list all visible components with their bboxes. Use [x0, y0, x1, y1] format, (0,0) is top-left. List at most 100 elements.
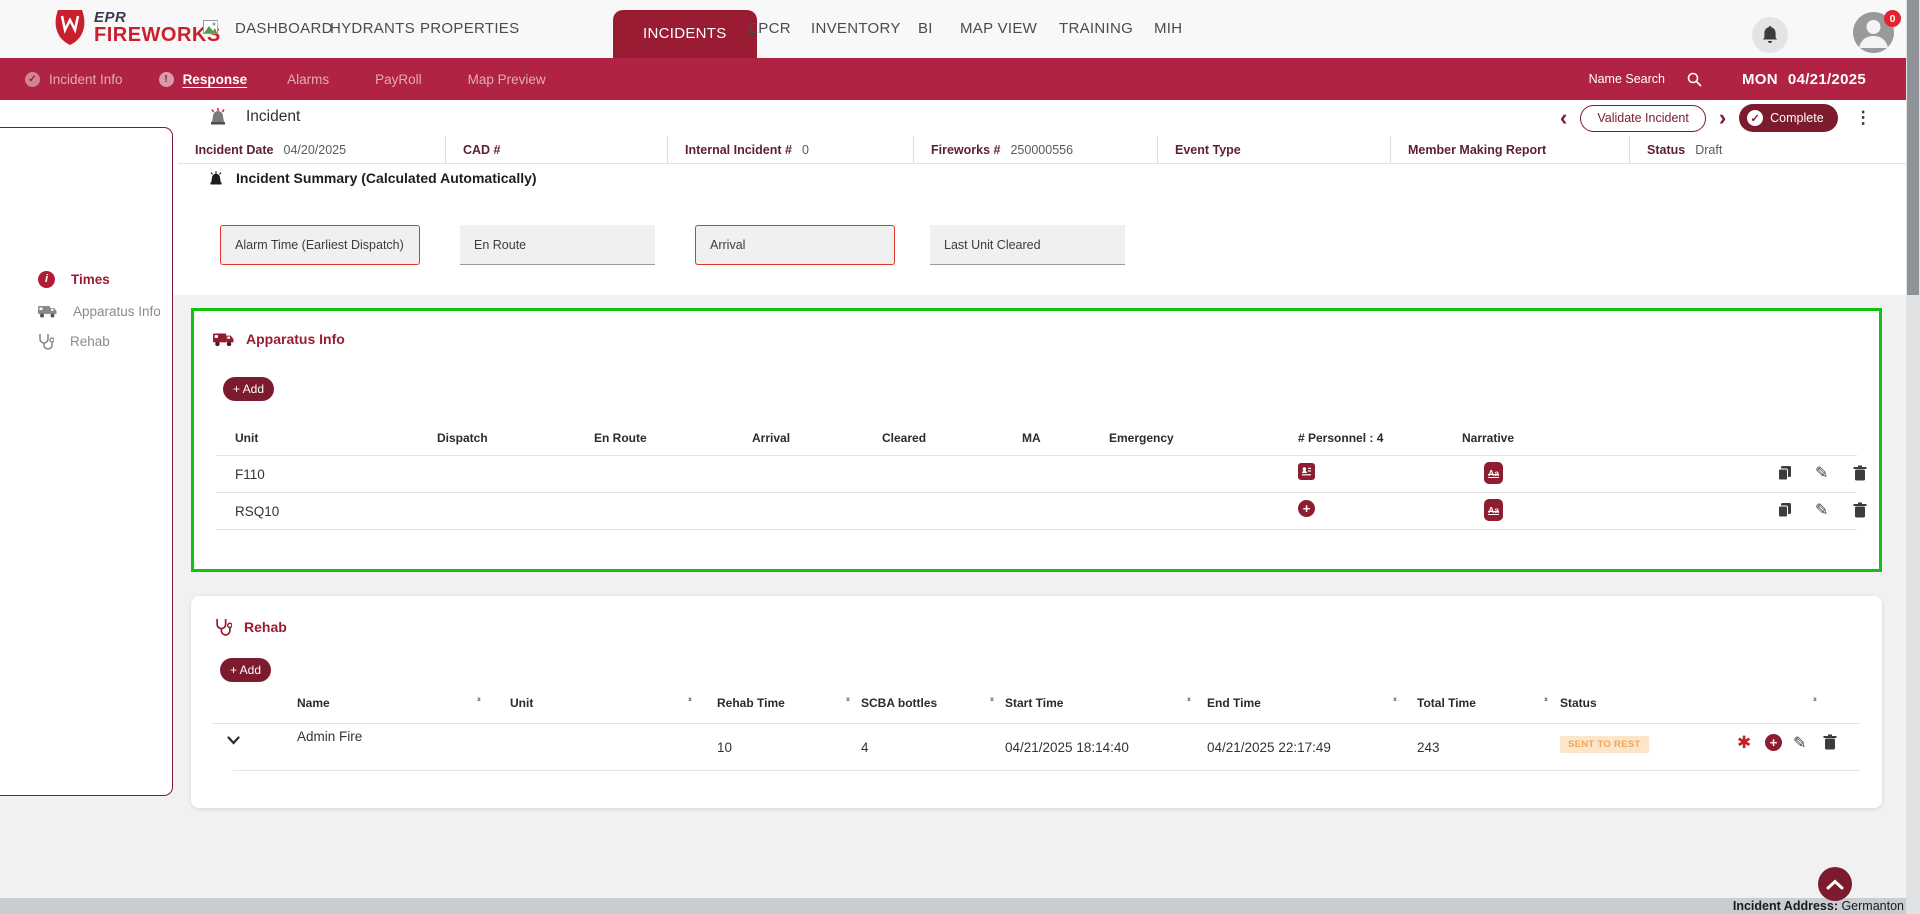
section-sidebar: i Times Apparatus Info Rehab [0, 127, 173, 796]
apparatus-add-button[interactable]: + Add [223, 377, 274, 401]
more-options-kebab-icon[interactable]: ⋮ [1851, 108, 1876, 128]
check-icon: ✓ [1747, 110, 1763, 126]
copy-row-icon[interactable] [1777, 465, 1793, 486]
subnav-incident-info[interactable]: ✓ Incident Info [25, 72, 123, 87]
medical-asterisk-icon[interactable]: ✱ [1737, 734, 1751, 751]
siren-icon [208, 108, 228, 126]
unit-value: RSQ10 [235, 504, 279, 519]
add-personnel-icon[interactable]: + [1298, 500, 1315, 517]
previous-incident-chevron[interactable]: ‹ [1560, 105, 1567, 131]
add-rehab-entry-icon[interactable]: + [1765, 734, 1782, 751]
alarm-time-field[interactable]: Alarm Time (Earliest Dispatch) [220, 225, 420, 265]
fire-truck-icon [38, 304, 57, 318]
summary-section-title: Incident Summary (Calculated Automatical… [236, 170, 537, 186]
sidebar-item-rehab[interactable]: Rehab [0, 328, 172, 354]
name-search-link[interactable]: Name Search [1589, 72, 1665, 86]
logo-fireworks-text: FIREWORKS [94, 25, 221, 45]
subnav-response-label: Response [183, 72, 248, 87]
apparatus-row-f110: F110 4 Aa ✎ [194, 461, 1879, 491]
apparatus-info-section: Apparatus Info + Add Unit Dispatch En Ro… [191, 308, 1882, 572]
page-scrollbar[interactable] [1906, 0, 1920, 914]
current-date: MON 04/21/2025 [1742, 71, 1866, 88]
delete-row-icon[interactable] [1853, 465, 1867, 486]
footer-status-bar: Incident Address: Germanton [0, 898, 1920, 914]
nav-map-view[interactable]: MAP VIEW [960, 0, 1037, 58]
scba-bottles-value: 4 [861, 740, 869, 755]
chevron-up-icon [1826, 879, 1844, 890]
end-time-value: 04/21/2025 22:17:49 [1207, 740, 1331, 755]
sidebar-item-times[interactable]: i Times [0, 266, 172, 292]
rehab-section-title: Rehab [244, 619, 287, 635]
sidebar-item-apparatus-info[interactable]: Apparatus Info [0, 298, 172, 324]
status-badge: SENT TO REST [1560, 736, 1649, 753]
stethoscope-icon [215, 618, 232, 636]
nav-incidents-active-tab[interactable]: INCIDENTS [613, 10, 757, 58]
nav-training[interactable]: TRAINING [1059, 0, 1133, 58]
last-unit-cleared-field[interactable]: Last Unit Cleared [930, 225, 1125, 265]
field-fireworks-number: Fireworks # 250000556 [913, 136, 1157, 163]
search-icon[interactable] [1687, 72, 1702, 87]
en-route-field[interactable]: En Route [460, 225, 655, 265]
rehab-name: Admin Fire [297, 729, 362, 744]
rehab-section: Rehab + Add Name Unit Rehab Time SCBA bo… [191, 596, 1882, 808]
subnav-payroll[interactable]: PayRoll [375, 72, 422, 87]
arrival-field[interactable]: Arrival [695, 225, 895, 265]
siren-icon [208, 171, 224, 186]
field-incident-date: Incident Date 04/20/2025 [195, 136, 445, 163]
info-icon: i [38, 271, 55, 288]
sidebar-times-label: Times [71, 272, 110, 287]
subnav-incident-info-label: Incident Info [49, 72, 123, 87]
nav-dashboard[interactable]: DASHBOARD [235, 0, 333, 58]
fire-truck-icon [213, 331, 234, 347]
incident-address-label: Incident Address: [1733, 899, 1838, 913]
narrative-icon-button[interactable]: Aa [1484, 462, 1503, 484]
complete-button[interactable]: ✓ Complete [1739, 104, 1838, 132]
nav-hydrants[interactable]: HYDRANTS [330, 0, 415, 58]
edit-row-icon[interactable]: ✎ [1793, 733, 1806, 753]
validate-incident-button[interactable]: Validate Incident [1580, 105, 1706, 132]
copy-row-icon[interactable] [1777, 502, 1793, 523]
nav-properties[interactable]: PROPERTIES [420, 0, 519, 58]
exclamation-circle-icon: ! [159, 72, 174, 87]
subnav-response[interactable]: ! Response [159, 72, 248, 87]
nav-mih[interactable]: MIH [1154, 0, 1182, 58]
narrative-icon-button[interactable]: Aa [1484, 499, 1503, 521]
sidebar-apparatus-label: Apparatus Info [73, 304, 161, 319]
incident-address-value: Germanton [1838, 899, 1904, 913]
delete-row-icon[interactable] [1823, 734, 1837, 755]
scrollbar-thumb[interactable] [1907, 0, 1919, 295]
scroll-to-top-button[interactable] [1818, 867, 1852, 901]
expand-row-chevron-icon[interactable] [227, 732, 240, 750]
sidebar-rehab-label: Rehab [70, 334, 110, 349]
notifications-button[interactable] [1752, 17, 1788, 53]
subnav-map-preview[interactable]: Map Preview [468, 72, 546, 87]
field-internal-incident-number: Internal Incident # 0 [667, 136, 913, 163]
incident-header-section: Incident ‹ Validate Incident › ✓ Complet… [0, 100, 1906, 295]
field-status: Status Draft [1629, 136, 1895, 163]
apparatus-table-header: Unit Dispatch En Route Arrival Cleared M… [194, 431, 1879, 451]
edit-row-icon[interactable]: ✎ [1815, 500, 1828, 520]
nav-bi[interactable]: BI [918, 0, 933, 58]
personnel-roster-icon[interactable] [1298, 463, 1315, 480]
current-date-value: 04/21/2025 [1788, 71, 1866, 88]
notification-count-badge: 0 [1884, 10, 1901, 27]
app-logo[interactable]: EPR FIREWORKS [52, 8, 221, 46]
edit-row-icon[interactable]: ✎ [1815, 463, 1828, 483]
next-incident-chevron[interactable]: › [1719, 105, 1726, 131]
epr-flame-logo-icon [52, 8, 88, 46]
field-member-making-report: Member Making Report [1390, 136, 1629, 163]
delete-row-icon[interactable] [1853, 502, 1867, 523]
logo-text: EPR FIREWORKS [94, 10, 221, 45]
field-cad-number: CAD # [445, 136, 667, 163]
apparatus-row-rsq10: RSQ10 + 0 Aa ✎ [194, 498, 1879, 528]
page-title: Incident [246, 108, 300, 126]
incident-fields-row: Incident Date 04/20/2025 CAD # Internal … [195, 136, 1895, 163]
rehab-add-button[interactable]: + Add [220, 658, 271, 682]
start-time-value: 04/21/2025 18:14:40 [1005, 740, 1129, 755]
nav-epcr[interactable]: EPCR [748, 0, 791, 58]
nav-inventory[interactable]: INVENTORY [811, 0, 901, 58]
subnav-alarms[interactable]: Alarms [287, 72, 329, 87]
check-circle-icon: ✓ [25, 72, 40, 87]
incident-sub-nav: ✓ Incident Info ! Response Alarms PayRol… [0, 58, 1906, 100]
rehab-row-admin-fire: Admin Fire 10 4 04/21/2025 18:14:40 04/2… [191, 726, 1882, 768]
